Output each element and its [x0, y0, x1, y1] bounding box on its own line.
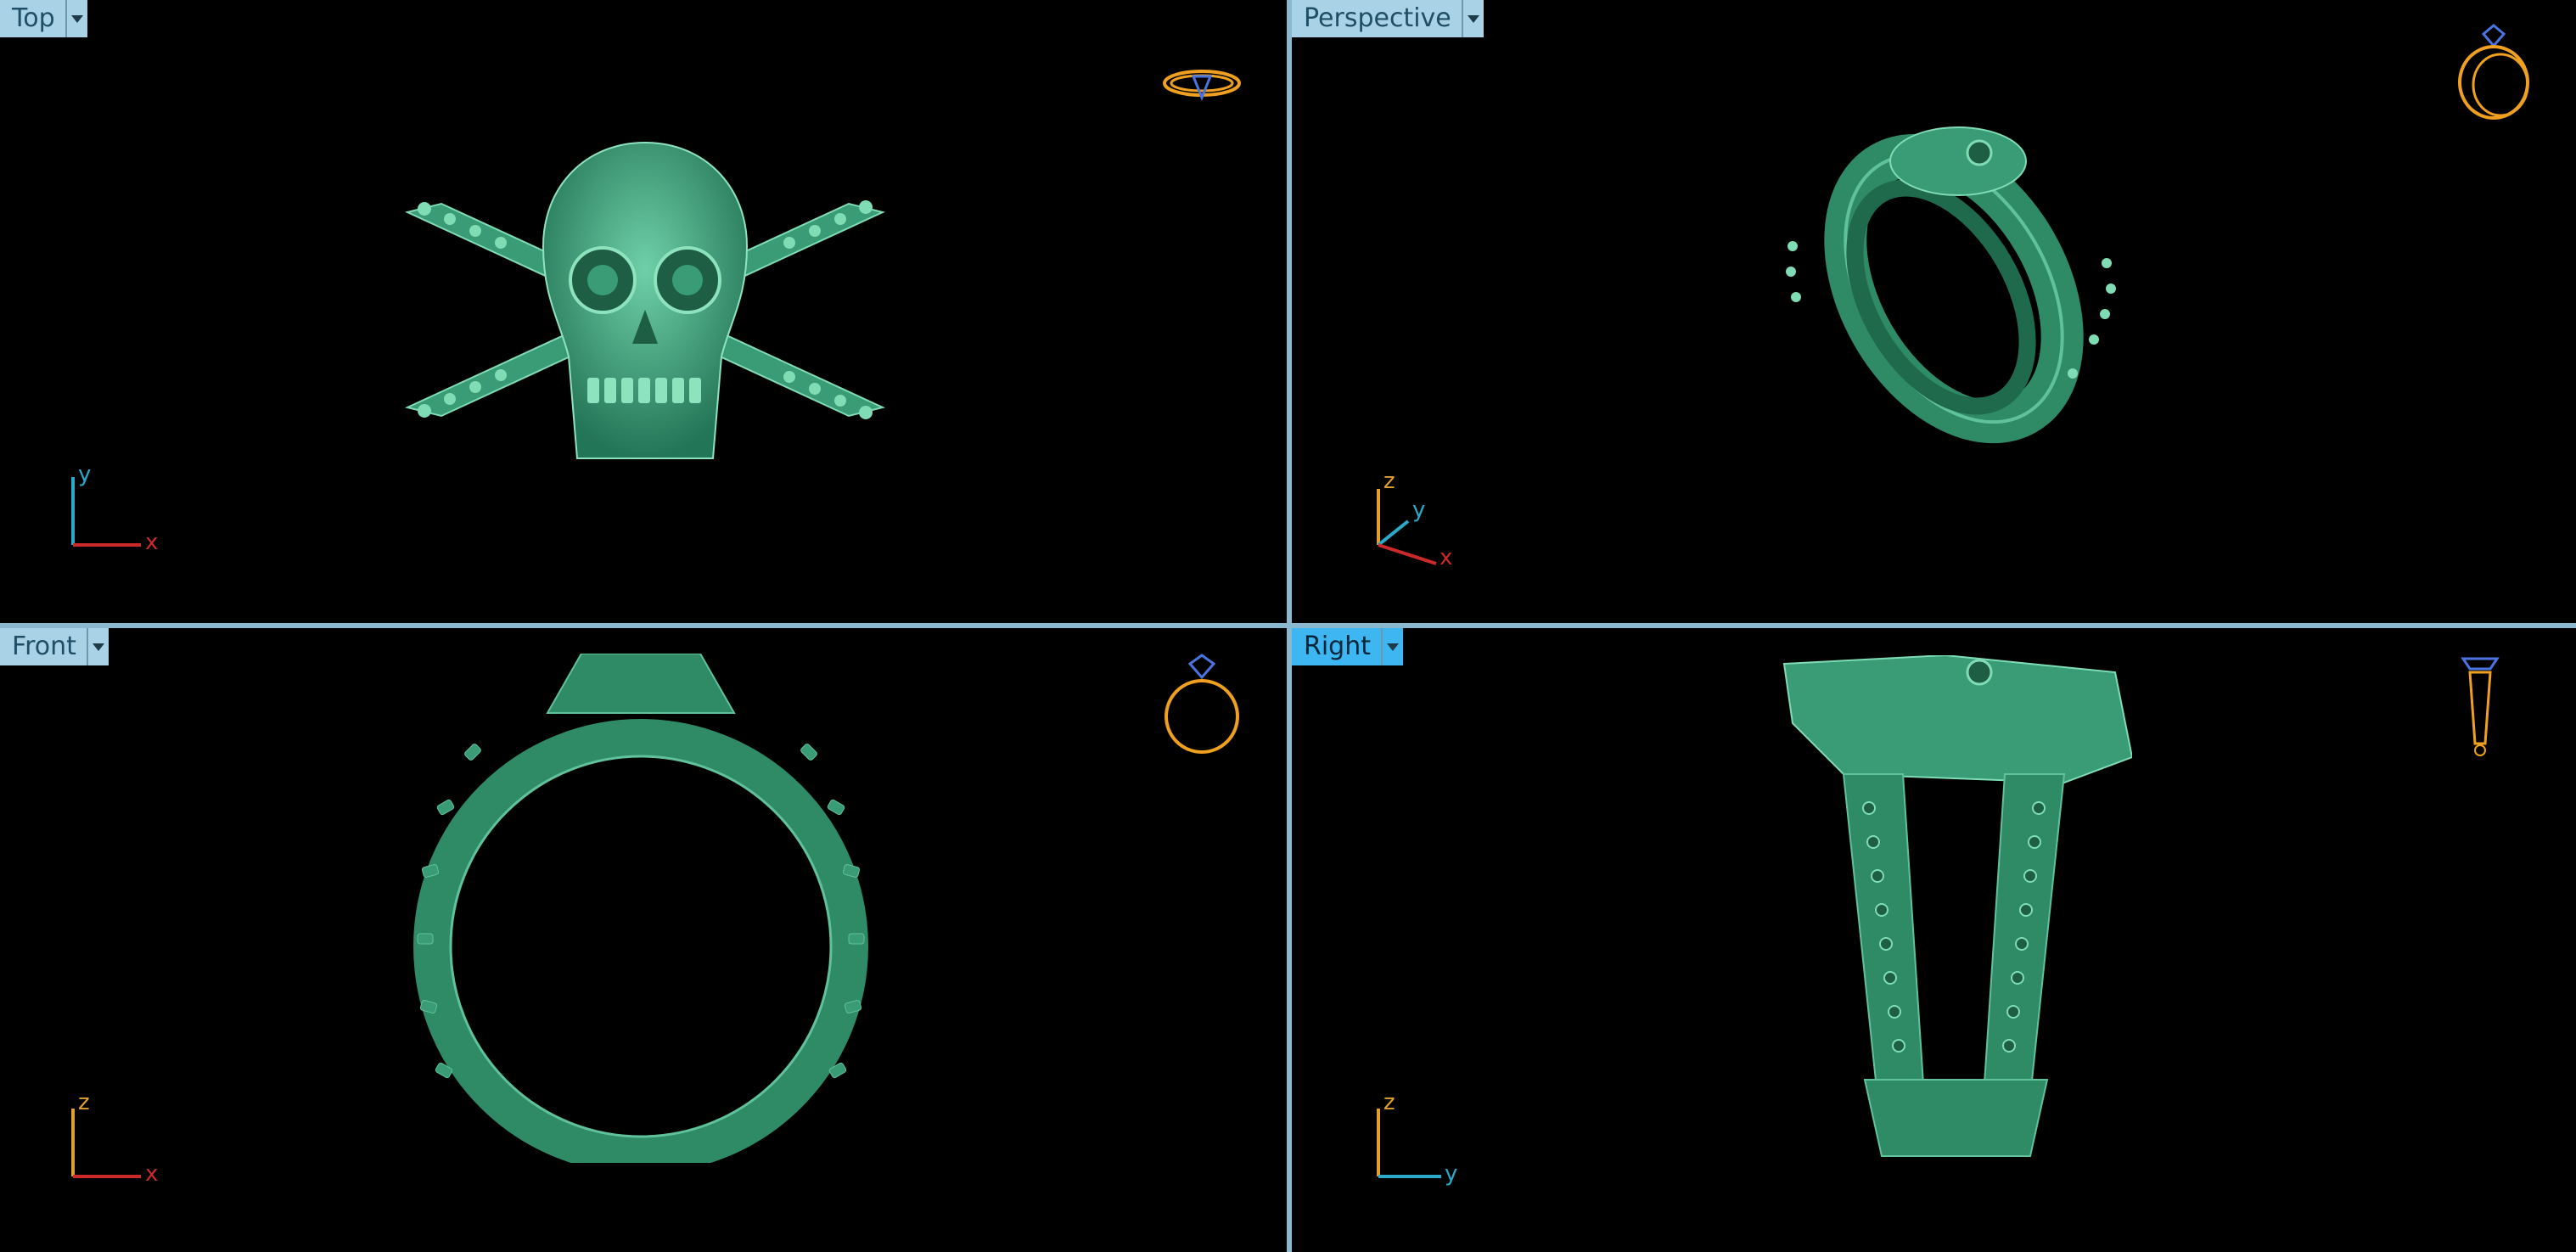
ring-preview-icon[interactable]	[1159, 59, 1244, 110]
ring-model-top-view[interactable]	[390, 136, 900, 475]
viewport-tab-label: Front	[12, 632, 76, 661]
ring-preview-icon[interactable]	[2455, 650, 2506, 761]
viewport-right[interactable]: Right z y	[1292, 628, 2576, 1252]
ring-model-perspective-view[interactable]	[1767, 119, 2141, 458]
axis-label-z: z	[1383, 469, 1395, 494]
ring-preview-icon[interactable]	[1159, 650, 1244, 761]
axis-label-x: x	[145, 530, 159, 555]
ring-preview-icon[interactable]	[2451, 19, 2536, 122]
viewport-top[interactable]: Top y x	[0, 0, 1287, 623]
viewport-front[interactable]: Front z x	[0, 628, 1287, 1252]
axis-label-x: x	[145, 1161, 159, 1187]
viewport-tab-front[interactable]: Front	[0, 628, 109, 665]
viewport-tab-perspective[interactable]: Perspective	[1292, 0, 1484, 37]
axis-indicator: z y x	[1370, 469, 1480, 574]
viewport-divider-horizontal[interactable]	[0, 623, 2576, 628]
axis-indicator: z y	[1370, 1090, 1480, 1187]
viewport-tab-label: Right	[1304, 632, 1371, 661]
axis-indicator: y x	[65, 462, 175, 555]
viewport-tab-label: Top	[12, 3, 55, 33]
viewport-tab-right[interactable]: Right	[1292, 628, 1403, 665]
axis-label-y: y	[1445, 1161, 1458, 1187]
axis-indicator: z x	[65, 1090, 175, 1187]
axis-label-z: z	[78, 1090, 90, 1115]
chevron-down-icon[interactable]	[1461, 0, 1484, 37]
axis-label-z: z	[1383, 1090, 1395, 1115]
ring-model-right-view[interactable]	[1776, 655, 2132, 1165]
axis-label-y: y	[1412, 497, 1426, 523]
viewport-tab-label: Perspective	[1304, 3, 1451, 33]
viewport-tab-top[interactable]: Top	[0, 0, 87, 37]
viewport-perspective[interactable]: Perspective z y x	[1292, 0, 2576, 623]
axis-label-y: y	[78, 462, 92, 487]
chevron-down-icon[interactable]	[86, 628, 109, 665]
chevron-down-icon[interactable]	[1381, 628, 1403, 665]
axis-label-x: x	[1440, 545, 1453, 570]
ring-model-front-view[interactable]	[399, 654, 883, 1163]
chevron-down-icon[interactable]	[65, 0, 87, 37]
